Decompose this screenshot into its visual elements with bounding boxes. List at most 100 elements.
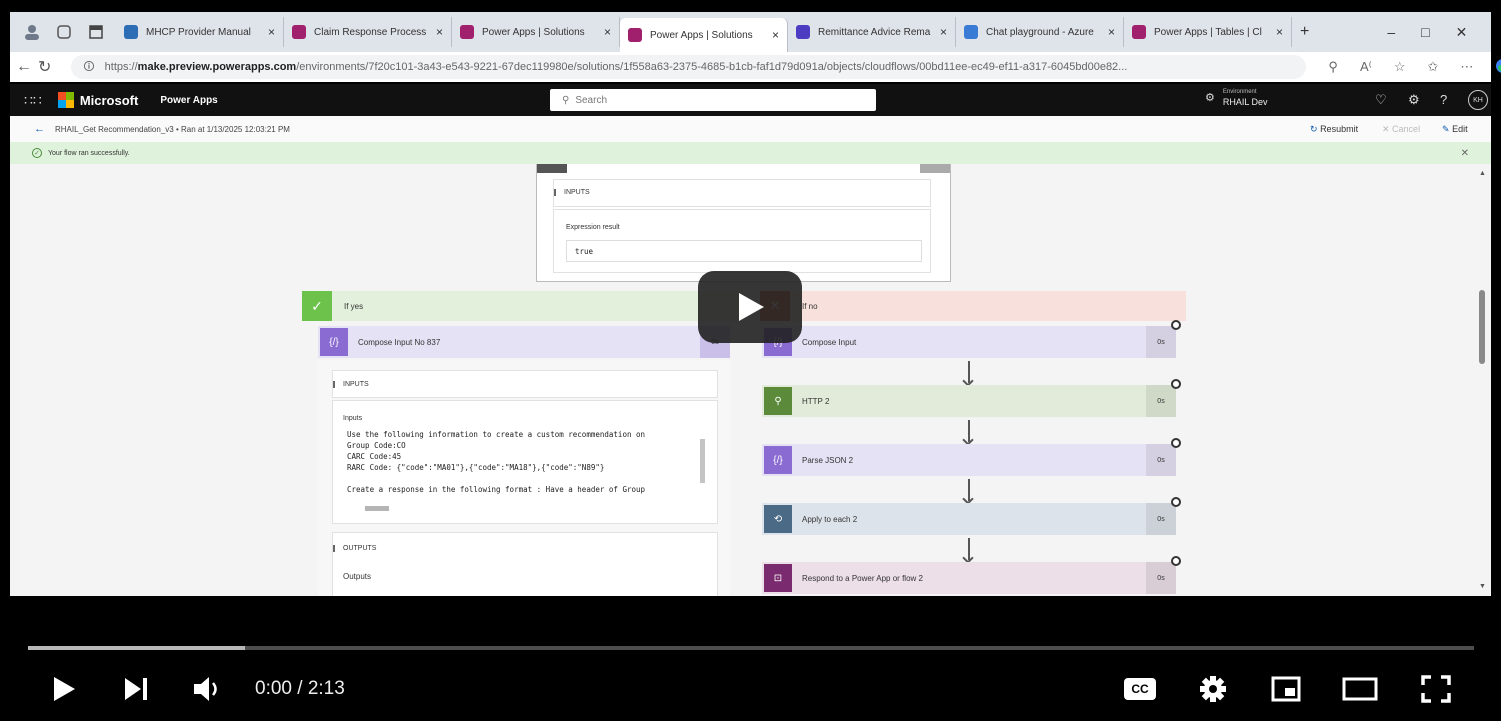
- tab-close-icon[interactable]: ×: [772, 28, 779, 42]
- inputs-text-line: Create a response in the following forma…: [347, 485, 646, 494]
- read-aloud-icon[interactable]: A⁽: [1360, 59, 1372, 75]
- flow-run-bar: ← RHAIL_Get Recommendation_v3 • Ran at 1…: [10, 116, 1491, 142]
- notifications-bell-icon[interactable]: ♡: [1375, 92, 1387, 108]
- microsoft-brand: Microsoft: [79, 92, 139, 108]
- tab-favicon-icon: [628, 28, 642, 42]
- tab-favicon-icon: [460, 25, 474, 39]
- browser-tab[interactable]: MHCP Provider Manual ×: [116, 17, 284, 47]
- minimize-icon[interactable]: –: [1387, 24, 1395, 40]
- settings-gear-icon[interactable]: ⚙: [1408, 92, 1420, 108]
- tab-label: Claim Response Process: [314, 26, 427, 38]
- if-no-branch-header[interactable]: ✕ If no: [760, 291, 1186, 321]
- avatar[interactable]: KH: [1468, 90, 1488, 110]
- dismiss-banner-icon[interactable]: ✕: [1461, 148, 1469, 159]
- browser-tab[interactable]: Claim Response Process ×: [284, 17, 452, 47]
- app-launcher-icon[interactable]: ∷∷: [24, 92, 42, 109]
- inputs-text-line: RARC Code: {"code":"MA01"},{"code":"MA18…: [347, 463, 605, 472]
- next-button[interactable]: [120, 672, 152, 706]
- tab-label: Power Apps | Solutions: [482, 26, 585, 38]
- edit-button[interactable]: ✎ Edit: [1442, 124, 1468, 135]
- expression-label: Expression result: [566, 224, 620, 231]
- tab-label: Remittance Advice Rema: [818, 26, 931, 38]
- inputs-textarea[interactable]: Use the following information to create …: [343, 429, 707, 517]
- workspaces-icon[interactable]: [54, 22, 74, 42]
- theater-mode-button[interactable]: [1340, 672, 1380, 706]
- tab-close-icon[interactable]: ×: [268, 25, 275, 39]
- video-progress-bar[interactable]: [28, 646, 1474, 650]
- action-status-dot-icon: [1171, 497, 1181, 507]
- search-input[interactable]: ⚲ Search: [550, 89, 876, 111]
- action-duration: 0s: [1146, 326, 1176, 358]
- new-tab-button[interactable]: +: [1292, 17, 1317, 47]
- back-arrow-icon[interactable]: ←: [34, 123, 45, 135]
- success-check-icon: ✓: [32, 148, 42, 158]
- help-icon[interactable]: ?: [1440, 92, 1447, 107]
- tab-close-icon[interactable]: ×: [1108, 25, 1115, 39]
- inputs-section: INPUTS: [332, 370, 718, 398]
- play-icon: [54, 677, 75, 701]
- browser-tab[interactable]: Chat playground - Azure ×: [956, 17, 1124, 47]
- more-icon[interactable]: ⋯: [1460, 59, 1473, 75]
- tab-close-icon[interactable]: ×: [940, 25, 947, 39]
- condition-card: INPUTS Expression result true: [536, 164, 951, 282]
- flow-designer-canvas[interactable]: INPUTS Expression result true ✓ If yes {…: [10, 164, 1491, 596]
- resubmit-button[interactable]: ↻ Resubmit: [1310, 124, 1358, 135]
- tab-label: Chat playground - Azure: [986, 26, 1094, 38]
- favorites-bar-icon[interactable]: ✩: [1427, 59, 1438, 75]
- browser-tab[interactable]: Remittance Advice Rema ×: [788, 17, 956, 47]
- flow-action[interactable]: ⊡ Respond to a Power App or flow 2 0s: [762, 556, 1181, 594]
- inputs-text-line: Group Code:CO: [347, 441, 406, 450]
- condition-card-header-strip: [537, 164, 567, 173]
- browser-tab[interactable]: Power Apps | Solutions ×: [452, 17, 620, 47]
- restore-icon[interactable]: □: [1421, 24, 1429, 40]
- flow-connector-arrow-icon: [968, 420, 970, 442]
- back-arrow-icon[interactable]: ←: [16, 58, 32, 76]
- app-name[interactable]: Power Apps: [160, 95, 217, 106]
- copilot-icon[interactable]: [1495, 58, 1501, 77]
- profile-icon[interactable]: [22, 22, 42, 42]
- zoom-icon[interactable]: ⚲: [1328, 59, 1338, 75]
- textarea-hscrollbar[interactable]: [365, 506, 389, 511]
- canvas-scrollbar[interactable]: ▲ ▼: [1477, 164, 1487, 596]
- if-yes-branch-header[interactable]: ✓ If yes: [302, 291, 744, 321]
- compose-input-no-837-action[interactable]: {/} Compose Input No 837 0s: [318, 326, 730, 358]
- condition-card-header-strip-right: [920, 164, 950, 173]
- scroll-thumb[interactable]: [1479, 290, 1485, 364]
- action-status-dot-icon: [1171, 379, 1181, 389]
- textarea-scrollbar[interactable]: [700, 439, 705, 483]
- fullscreen-icon: [1421, 675, 1451, 703]
- fullscreen-button[interactable]: [1418, 672, 1454, 706]
- settings-button[interactable]: [1195, 672, 1231, 706]
- flow-action[interactable]: ⟲ Apply to each 2 0s: [762, 497, 1181, 535]
- url-field[interactable]: 🛈 https://make.preview.powerapps.com/env…: [71, 55, 1307, 79]
- play-button[interactable]: [48, 672, 80, 706]
- environment-picker[interactable]: ⚙ Environment RHAIL Dev: [1205, 88, 1268, 107]
- next-icon: [125, 678, 147, 700]
- browser-tab[interactable]: Power Apps | Tables | Cl ×: [1124, 17, 1292, 47]
- volume-button[interactable]: [190, 672, 226, 706]
- site-info-icon[interactable]: 🛈: [83, 58, 94, 77]
- action-icon: ⚲: [764, 387, 792, 415]
- browser-tab[interactable]: Power Apps | Solutions ×: [620, 18, 788, 52]
- scroll-down-icon[interactable]: ▼: [1479, 583, 1486, 590]
- flow-action[interactable]: ⚲ HTTP 2 0s: [762, 379, 1181, 417]
- scroll-up-icon[interactable]: ▲: [1479, 170, 1486, 177]
- cancel-button[interactable]: ✕ Cancel: [1382, 124, 1420, 135]
- miniplayer-button[interactable]: [1268, 672, 1304, 706]
- favorite-star-icon[interactable]: ☆: [1394, 59, 1406, 75]
- condition-inputs-section: INPUTS: [553, 179, 931, 207]
- captions-button[interactable]: CC: [1120, 672, 1160, 706]
- tab-close-icon[interactable]: ×: [604, 25, 611, 39]
- tab-close-icon[interactable]: ×: [436, 25, 443, 39]
- close-window-icon[interactable]: ✕: [1456, 24, 1468, 41]
- flow-action[interactable]: {/}Compose Input0s: [762, 320, 1181, 358]
- tab-close-icon[interactable]: ×: [1276, 25, 1283, 39]
- flow-action[interactable]: {/} Parse JSON 2 0s: [762, 438, 1181, 476]
- time-display: 0:00 / 2:13: [255, 678, 345, 699]
- success-message: Your flow ran successfully.: [48, 149, 130, 157]
- refresh-icon[interactable]: ↻: [38, 57, 51, 77]
- tab-actions-icon[interactable]: [86, 22, 106, 42]
- browser-address-bar: ← ↻ 🛈 https://make.preview.powerapps.com…: [10, 52, 1501, 82]
- large-play-button[interactable]: [698, 271, 802, 343]
- outputs-section: OUTPUTS Outputs: [332, 532, 718, 596]
